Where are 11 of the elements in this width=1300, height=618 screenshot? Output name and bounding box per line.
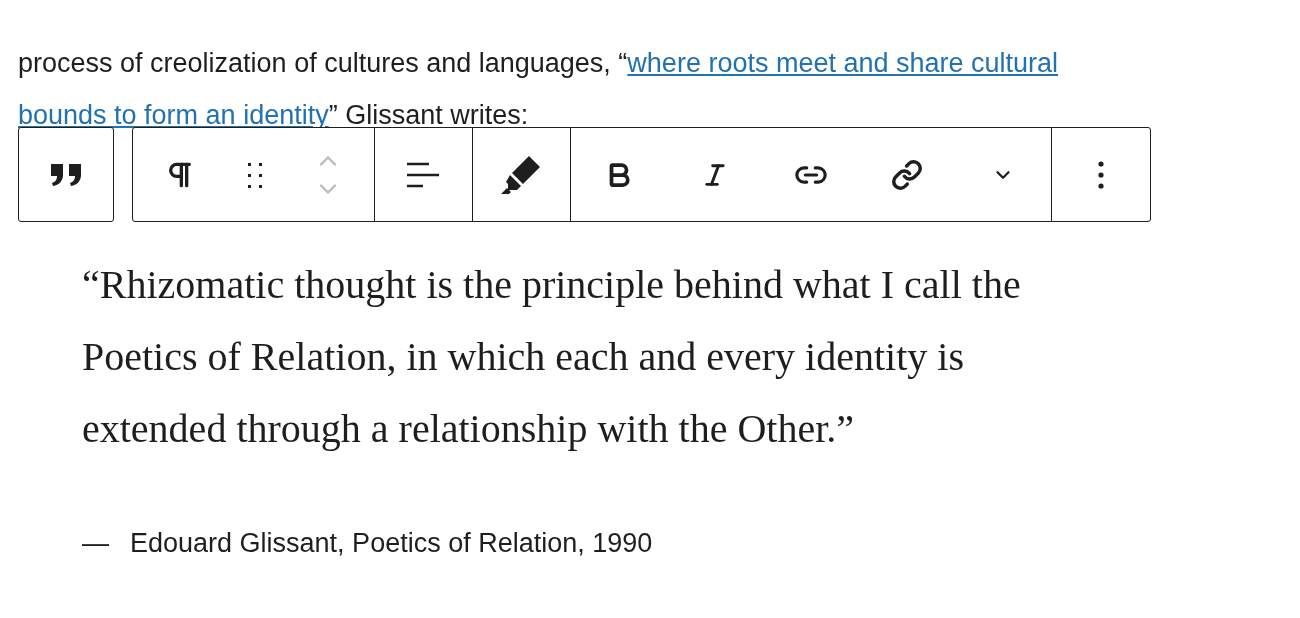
block-type-button[interactable] — [18, 127, 114, 222]
text-link[interactable]: bounds to form an identity — [18, 100, 329, 130]
quote-text: “Rhizomatic thought is the principle behind what I call the Poetics of Relation, in which each and every identity is extended through a relationship with the Other.” — [82, 261, 1022, 453]
citation-text: Edouard Glissant, Poetics of Relation, 1990 — [130, 527, 653, 559]
more-vertical-icon — [1098, 160, 1105, 189]
citation-dash: — — [82, 527, 110, 559]
text-link[interactable]: where roots meet and share cultural — [627, 48, 1059, 78]
align-left-icon — [406, 160, 441, 189]
drag-icon — [246, 160, 264, 189]
quote-icon — [49, 161, 83, 188]
chain-icon — [890, 158, 923, 191]
